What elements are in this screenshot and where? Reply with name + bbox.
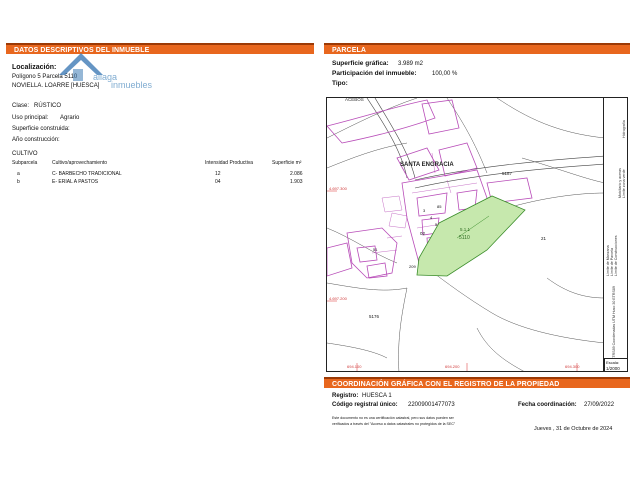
map-parcel-sub: 5.1.1 — [460, 227, 471, 232]
map-parcel-label: 4 — [430, 215, 433, 220]
watermark-brand-b: inmuebles — [111, 80, 153, 90]
col-superficie: Superficie m² — [272, 160, 302, 166]
row-intensidad: 12 — [215, 171, 221, 177]
row-superficie: 1.903 — [290, 179, 303, 185]
row-cultivo: C- BARBECHO TRADICIONAL — [52, 171, 122, 177]
superficie-grafica-value: 3.989 m2 — [398, 61, 424, 67]
map-coord-y1: 4.697.300 — [329, 186, 347, 191]
codigo-value: 22009001477073 — [408, 402, 455, 408]
note-line1: Este documento no es una certificación c… — [332, 416, 454, 420]
map-parcel-label: 3 — [423, 208, 426, 213]
escala-label: Escala: — [606, 360, 620, 365]
scale-box: Escala: 1/2000 — [604, 358, 628, 372]
cadastral-map[interactable]: SANTA ENGRACIA ACEBOS 5110 5.1.1 5187 21… — [326, 97, 604, 372]
map-parcel-main: 5110 — [459, 235, 470, 241]
map-parcel-label: 02 — [420, 231, 426, 236]
row-sub: b — [17, 179, 20, 185]
section-header-coordinacion: COORDINACIÓN GRÁFICA CON EL REGISTRO DE … — [324, 377, 630, 388]
map-parcel-label: 5176 — [369, 314, 380, 319]
selected-parcel — [416, 195, 526, 277]
superficie-grafica-label: Superficie gráfica: — [332, 60, 389, 67]
section-header-parcela: PARCELA — [324, 43, 630, 54]
fecha-label: Fecha coordinación: — [518, 402, 577, 408]
codigo-label: Código registral único: — [332, 402, 398, 408]
localizacion-label: Localización: — [12, 64, 57, 71]
escala-value: 1/2000 — [606, 366, 620, 371]
watermark-logo: aliaga inmuebles — [53, 47, 153, 97]
registro-value: HUESCA 1 — [362, 393, 392, 399]
participacion-value: 100,00 % — [432, 71, 458, 77]
participacion-label: Participación del inmueble: — [332, 70, 417, 77]
uso-value: Agrario — [60, 115, 80, 121]
col-subparcela: Subparcela — [12, 160, 38, 166]
superficie-construida-label: Superficie construida: — [12, 126, 70, 132]
fecha-value: 27/09/2022 — [584, 402, 615, 408]
legend-bottom: ETRS89 Coordenadas UTM Huso 30 ETRS89 — [612, 286, 616, 360]
anio-construccion-label: Año construcción: — [12, 137, 60, 143]
map-parcel-label: 209 — [409, 264, 416, 269]
tipo-label: Tipo: — [332, 80, 348, 87]
registro-label: Registro: — [332, 393, 359, 399]
legend-item: Hidrografía — [622, 120, 626, 138]
uso-label: Uso principal: — [12, 115, 49, 121]
legend-item: Límite zona verde — [622, 169, 626, 198]
map-parcel-label: 21 — [541, 236, 547, 241]
map-coord-x2: 694.200 — [445, 364, 460, 369]
map-parcel-label: 5 — [435, 222, 438, 227]
map-parcel-label: 51 — [373, 247, 378, 252]
cultivo-title: CULTIVO — [12, 151, 38, 157]
map-coord-y2: 4.697.200 — [329, 296, 347, 301]
row-sub: a — [17, 171, 20, 177]
col-cultivo: Cultivo/aprovechamiento — [52, 160, 108, 166]
legend-item: Límite de Construcciones — [614, 235, 618, 276]
map-coord-x3: 694.300 — [565, 364, 580, 369]
clase-value: RÚSTICO — [34, 103, 61, 109]
map-top-label: ACEBOS — [345, 97, 364, 102]
document-date: Jueves , 31 de Octubre de 2024 — [534, 426, 613, 432]
row-cultivo: E- ERIAL A PASTOS — [52, 179, 99, 185]
map-place-label: SANTA ENGRACIA — [400, 162, 454, 168]
map-parcel-label: 85 — [437, 204, 442, 209]
col-intensidad: Intensidad Productiva — [205, 160, 254, 166]
map-parcel-label: 5187 — [502, 171, 513, 176]
clase-label: Clase: — [12, 103, 30, 109]
map-coord-x1: 694.100 — [347, 364, 362, 369]
row-intensidad: 04 — [215, 179, 221, 185]
note-line2: verificados a través del "Acceso a datos… — [332, 422, 456, 426]
map-legend: Límite de Manzana Límite de Parcela Lími… — [604, 97, 628, 372]
row-superficie: 2.086 — [290, 171, 303, 177]
